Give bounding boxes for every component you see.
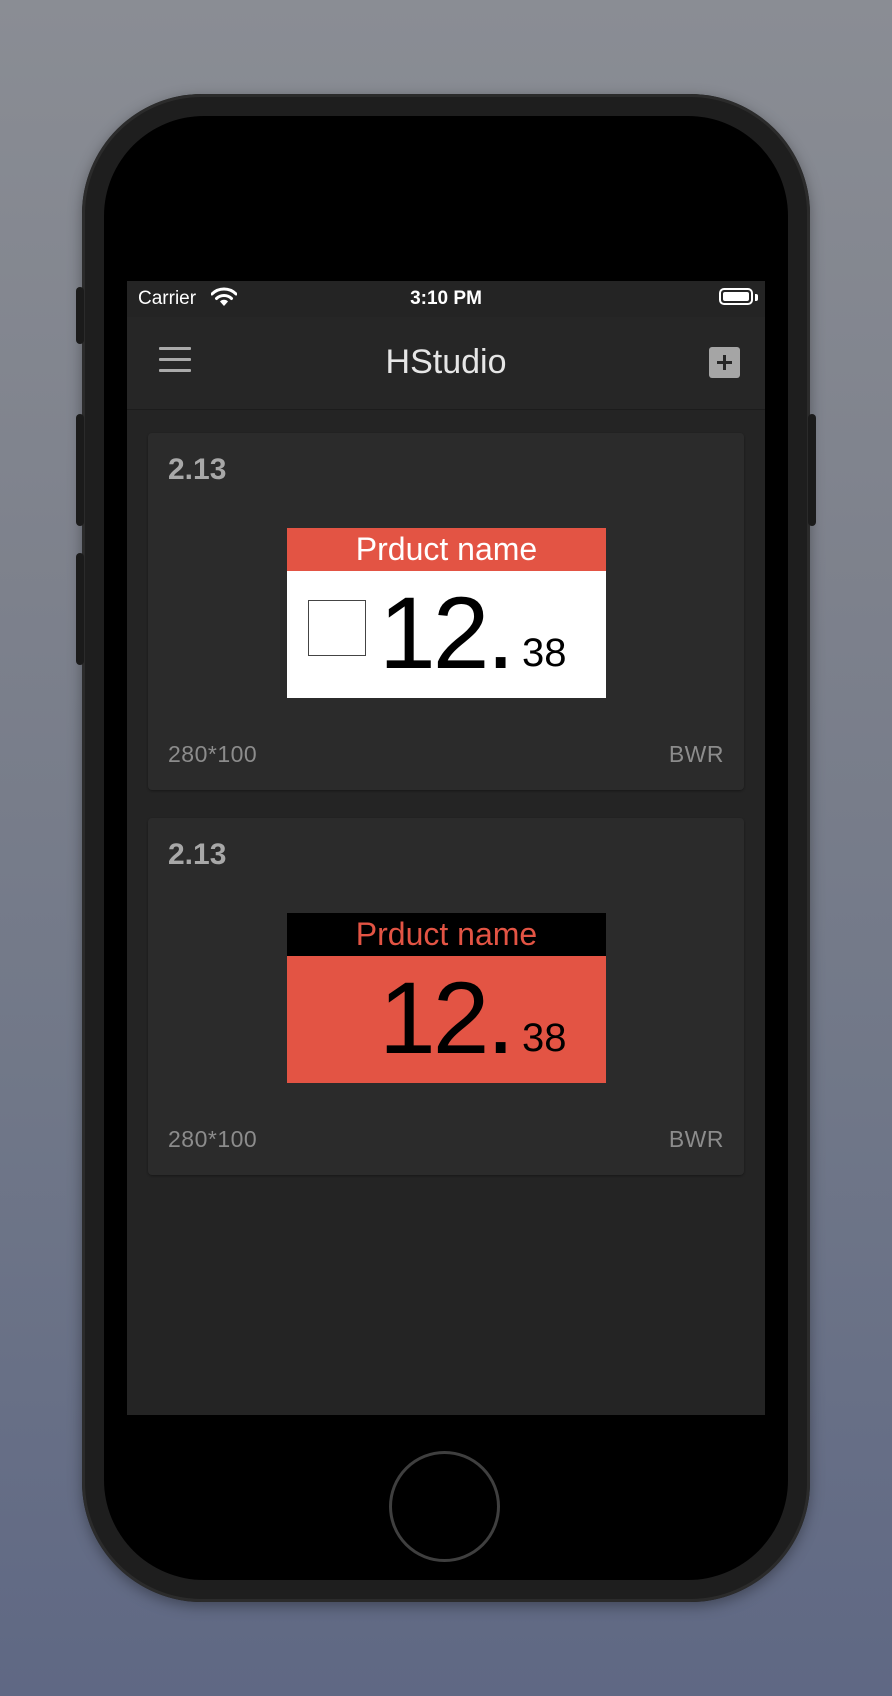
template-color-mode: BWR [668, 741, 724, 767]
label-preview: Prduct name 12. 38 [287, 913, 606, 1083]
preview-checkbox [308, 600, 366, 656]
template-version: 2.13 [168, 453, 227, 486]
template-color-mode: BWR [668, 1126, 724, 1152]
home-button[interactable] [389, 1451, 500, 1562]
power-button [808, 414, 816, 526]
preview-price-decimal: 38 [522, 1016, 567, 1060]
preview-price-decimal: 38 [522, 631, 567, 675]
app-screen: Carrier 3:10 PM HStudio 2.13 Prduct name… [127, 281, 765, 1415]
battery-nub [755, 294, 758, 301]
navigation-bar: HStudio [127, 317, 765, 410]
preview-header: Prduct name [287, 913, 606, 956]
mute-switch [76, 287, 84, 344]
battery-icon [719, 288, 753, 305]
clock: 3:10 PM [410, 288, 482, 309]
template-card[interactable]: 2.13 Prduct name 12. 38 280*100 BWR [148, 433, 744, 790]
plus-square-icon[interactable] [709, 347, 740, 378]
preview-header: Prduct name [287, 528, 606, 571]
page-title: HStudio [385, 343, 507, 381]
volume-up-button [76, 414, 84, 526]
status-bar: Carrier 3:10 PM [127, 281, 765, 317]
template-size: 280*100 [168, 1126, 258, 1152]
template-size: 280*100 [168, 741, 258, 767]
template-version: 2.13 [168, 838, 227, 871]
label-preview: Prduct name 12. 38 [287, 528, 606, 698]
template-card[interactable]: 2.13 Prduct name 12. 38 280*100 BWR [148, 818, 744, 1175]
preview-body: 12. 38 [287, 571, 606, 698]
volume-down-button [76, 553, 84, 665]
preview-price-integer: 12. [379, 576, 515, 690]
preview-body: 12. 38 [287, 956, 606, 1083]
preview-price-integer: 12. [379, 961, 515, 1075]
